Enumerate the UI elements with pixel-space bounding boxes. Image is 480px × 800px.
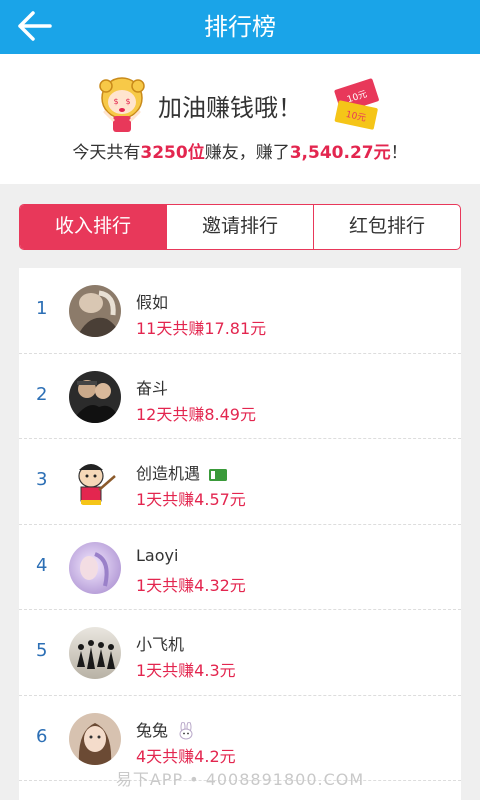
user-name: 创造机遇 <box>136 460 228 484</box>
rank-number: 3 <box>36 469 48 490</box>
coupon-icon: 10元 10元 <box>334 78 379 130</box>
list-item[interactable]: 1 假如 11天共赚17.81元 <box>19 268 461 354</box>
user-earnings: 11天共赚17.81元 <box>136 319 267 338</box>
user-earnings: 12天共赚8.49元 <box>136 404 256 424</box>
slogan-text: 加油赚钱哦！ <box>158 94 302 122</box>
avatar <box>69 370 121 423</box>
rabbit-icon <box>179 722 193 740</box>
user-earnings: 1天共赚4.57元 <box>136 490 246 509</box>
total-amount: 3,540.27元 <box>289 143 391 163</box>
list-item[interactable]: 2 奋斗 12天共赚8.49元 <box>19 354 461 439</box>
tab-redpacket-ranking[interactable]: 红包排行 <box>313 205 460 249</box>
rank-number: 1 <box>36 298 48 319</box>
user-name: 兔兔 <box>136 717 195 741</box>
avatar <box>69 541 121 594</box>
rank-number: 5 <box>36 640 48 661</box>
tab-income-ranking[interactable]: 收入排行 <box>20 205 166 249</box>
user-earnings: 4天共赚4.2元 <box>136 746 236 766</box>
user-name: 奋斗 <box>136 378 169 398</box>
summary-mid: 赚友，赚了 <box>204 143 290 163</box>
rank-number: 6 <box>36 725 48 747</box>
svg-text:$: $ <box>125 97 130 106</box>
ranking-tabs: 收入排行 邀请排行 红包排行 <box>19 204 461 250</box>
money-badge-icon <box>209 468 228 481</box>
tab-invite-ranking[interactable]: 邀请排行 <box>166 205 313 249</box>
list-item[interactable]: 4 Laoyi 1天共赚4.32元 <box>19 525 461 610</box>
avatar <box>69 456 121 508</box>
summary-suffix: ！ <box>390 143 408 163</box>
user-earnings: 1天共赚4.3元 <box>136 661 236 680</box>
rank-number: 2 <box>36 383 48 405</box>
top-bar: 排行榜 <box>0 0 480 54</box>
page-title: 排行榜 <box>204 13 276 41</box>
avatar <box>69 285 121 337</box>
today-summary: 今天共有3250位赚友，赚了3,540.27元！ <box>0 138 480 163</box>
avatar <box>69 627 121 679</box>
mascot-icon: $ $ <box>99 77 145 132</box>
avatar <box>69 712 121 765</box>
hero-banner: $ $ 加油赚钱哦！ 10元 10元 今天共有3250位赚友，赚了3,540.2… <box>0 54 480 184</box>
user-count: 3250位 <box>140 143 205 163</box>
rank-number: 4 <box>36 554 48 576</box>
user-name: 小飞机 <box>136 635 185 654</box>
list-item[interactable]: 5 小飞机 1天共赚4.3元 <box>19 610 461 696</box>
summary-prefix: 今天共有 <box>72 143 141 163</box>
ranking-list: 1 假如 11天共赚17.81元 2 奋斗 12天共赚8.49元 3 创造机遇 … <box>19 268 461 800</box>
user-name: Laoyi <box>136 545 179 565</box>
watermark: 易下APP • 4008891800.COM <box>115 770 365 789</box>
user-earnings: 1天共赚4.32元 <box>136 575 246 595</box>
user-name: 假如 <box>136 293 169 312</box>
svg-text:$: $ <box>113 97 118 106</box>
list-item[interactable]: 3 创造机遇 1天共赚4.57元 <box>19 439 461 525</box>
